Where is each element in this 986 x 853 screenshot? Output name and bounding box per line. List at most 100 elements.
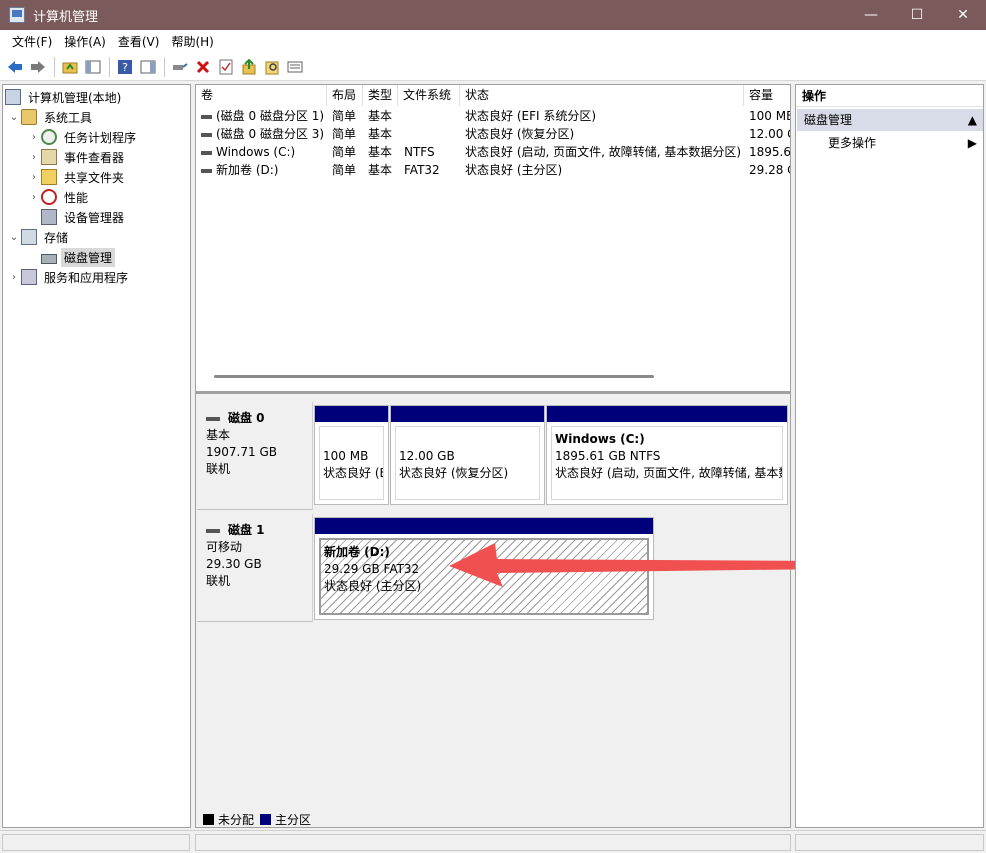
partition-efi[interactable]: 100 MB 状态良好 (EFI 系统分区) — [314, 405, 389, 505]
type-cell: 基本 — [368, 127, 393, 141]
disk-icon — [41, 253, 57, 264]
disk-icon — [206, 528, 220, 533]
chevron-right-icon[interactable]: › — [27, 172, 41, 183]
capacity-cell: 1895.61 GB — [749, 145, 791, 159]
status-bar — [0, 830, 986, 853]
table-row[interactable]: (磁盘 0 磁盘分区 3) 简单 基本 状态良好 (恢复分区) 12.00 GB — [196, 125, 790, 143]
connect-icon[interactable] — [169, 56, 191, 78]
partition-bar — [391, 406, 544, 422]
partition-body: 12.00 GB 状态良好 (恢复分区) — [395, 426, 540, 500]
window-title: 计算机管理 — [33, 9, 99, 25]
disk-type: 可移动 — [206, 540, 243, 554]
tree-item-label: 性能 — [64, 190, 89, 205]
disk-size: 1907.71 GB — [206, 445, 277, 459]
horizontal-scrollbar[interactable] — [214, 375, 654, 378]
disk-name: 磁盘 1 — [206, 522, 312, 539]
chevron-down-icon[interactable]: ⌄ — [7, 232, 21, 243]
export-icon[interactable] — [238, 56, 260, 78]
submenu-arrow-icon: ▶ — [967, 136, 977, 150]
capacity-cell: 100 MB — [749, 109, 791, 123]
tools-icon — [21, 109, 37, 125]
volume-icon — [201, 150, 212, 155]
minimize-button[interactable]: — — [848, 0, 894, 30]
action-section-disk-management[interactable]: 磁盘管理 ▲ — [797, 109, 983, 131]
device-manager-icon — [41, 209, 57, 225]
view-icon[interactable] — [284, 56, 306, 78]
column-header-layout[interactable]: 布局 — [327, 85, 363, 106]
help-icon[interactable]: ? — [114, 56, 136, 78]
disk-size: 29.30 GB — [206, 557, 262, 571]
partition-status: 状态良好 (EFI 系统分区) — [323, 466, 383, 480]
check-icon[interactable] — [215, 56, 237, 78]
status-segment — [195, 834, 791, 851]
column-header-volume[interactable]: 卷 — [196, 85, 327, 106]
tree-item-disk-management[interactable]: 磁盘管理 — [41, 247, 116, 267]
tree-item-device-manager[interactable]: 设备管理器 — [41, 207, 127, 227]
close-button[interactable]: ✕ — [940, 0, 986, 30]
tree-item-services[interactable]: › 服务和应用程序 — [7, 267, 131, 287]
chevron-right-icon[interactable]: › — [27, 192, 41, 203]
delete-icon[interactable] — [192, 56, 214, 78]
chevron-right-icon[interactable]: › — [27, 132, 41, 143]
volume-icon — [201, 168, 212, 173]
search-icon[interactable] — [261, 56, 283, 78]
disk-icon — [206, 416, 220, 421]
tree-item-label: 事件查看器 — [64, 150, 125, 165]
menu-view[interactable]: 查看(V) — [112, 30, 166, 54]
disk-1-label[interactable]: 磁盘 1 可移动 29.30 GB 联机 — [197, 514, 313, 622]
table-row[interactable]: (磁盘 0 磁盘分区 1) 简单 基本 状态良好 (EFI 系统分区) 100 … — [196, 107, 790, 125]
disk-state: 联机 — [206, 574, 231, 588]
list-header: 卷 布局 类型 文件系统 状态 容量 — [196, 85, 790, 106]
computer-management-icon — [5, 89, 21, 105]
navigation-tree: 计算机管理(本地) ⌄ 系统工具 › 任务计划程序 › 事件查看器 › 共享文件… — [2, 84, 191, 828]
tree-item-shared-folders[interactable]: › 共享文件夹 — [27, 167, 127, 187]
column-header-status[interactable]: 状态 — [460, 85, 744, 106]
column-header-type[interactable]: 类型 — [363, 85, 398, 106]
shared-folder-icon — [41, 169, 57, 185]
partition-status: 状态良好 (恢复分区) — [399, 466, 509, 480]
forward-icon[interactable] — [27, 56, 49, 78]
action-more-label: 更多操作 — [828, 136, 877, 150]
tree-item-root[interactable]: 计算机管理(本地) — [5, 87, 124, 107]
disk-0-label[interactable]: 磁盘 0 基本 1907.71 GB 联机 — [197, 402, 313, 510]
tree-item-label: 磁盘管理 — [61, 247, 116, 267]
disk-graphical-view: 磁盘 0 基本 1907.71 GB 联机 100 MB 状态良好 (EFI 系… — [195, 392, 791, 828]
volume-cell: (磁盘 0 磁盘分区 1) — [196, 107, 327, 125]
chevron-right-icon[interactable]: › — [27, 152, 41, 163]
action-more-actions[interactable]: 更多操作 ▶ — [797, 133, 983, 153]
type-cell: 基本 — [368, 163, 393, 177]
layout-cell: 简单 — [332, 127, 357, 141]
menu-help[interactable]: 帮助(H) — [165, 30, 219, 54]
partition-windows-c[interactable]: Windows (C:) 1895.61 GB NTFS 状态良好 (启动, 页… — [546, 405, 788, 505]
tree-item-storage[interactable]: ⌄ 存储 — [7, 227, 71, 247]
tree-item-label: 服务和应用程序 — [44, 270, 129, 285]
layout-cell: 简单 — [332, 163, 357, 177]
back-icon[interactable] — [4, 56, 26, 78]
column-header-capacity[interactable]: 容量 — [744, 85, 790, 106]
show-hide-tree-icon[interactable] — [82, 56, 104, 78]
volume-cell: 新加卷 (D:) — [196, 161, 327, 179]
partition-recovery[interactable]: 12.00 GB 状态良好 (恢复分区) — [390, 405, 545, 505]
table-row[interactable]: 新加卷 (D:) 简单 基本 FAT32 状态良好 (主分区) 29.28 GB — [196, 161, 790, 179]
partition-bar — [547, 406, 787, 422]
status-segment — [2, 834, 190, 851]
tree-item-task-scheduler[interactable]: › 任务计划程序 — [27, 127, 139, 147]
properties-pane-icon[interactable] — [137, 56, 159, 78]
legend-unallocated-label: 未分配 — [218, 812, 255, 827]
up-folder-icon[interactable] — [59, 56, 81, 78]
tree-item-system-tools[interactable]: ⌄ 系统工具 — [7, 107, 95, 127]
maximize-button[interactable]: ☐ — [894, 0, 940, 30]
chevron-right-icon[interactable]: › — [7, 272, 21, 283]
menu-file[interactable]: 文件(F) — [6, 30, 58, 54]
tree-item-event-viewer[interactable]: › 事件查看器 — [27, 147, 127, 167]
table-row[interactable]: Windows (C:) 简单 基本 NTFS 状态良好 (启动, 页面文件, … — [196, 143, 790, 161]
status-cell: 状态良好 (启动, 页面文件, 故障转储, 基本数据分区) — [465, 145, 742, 159]
menu-action[interactable]: 操作(A) — [58, 30, 112, 54]
chevron-down-icon[interactable]: ⌄ — [7, 112, 21, 123]
tree-item-label: 存储 — [44, 230, 69, 245]
type-cell: 基本 — [368, 109, 393, 123]
status-cell: 状态良好 (恢复分区) — [465, 127, 575, 141]
collapse-up-icon[interactable]: ▲ — [968, 109, 977, 131]
column-header-filesystem[interactable]: 文件系统 — [398, 85, 460, 106]
tree-item-performance[interactable]: › 性能 — [27, 187, 91, 207]
